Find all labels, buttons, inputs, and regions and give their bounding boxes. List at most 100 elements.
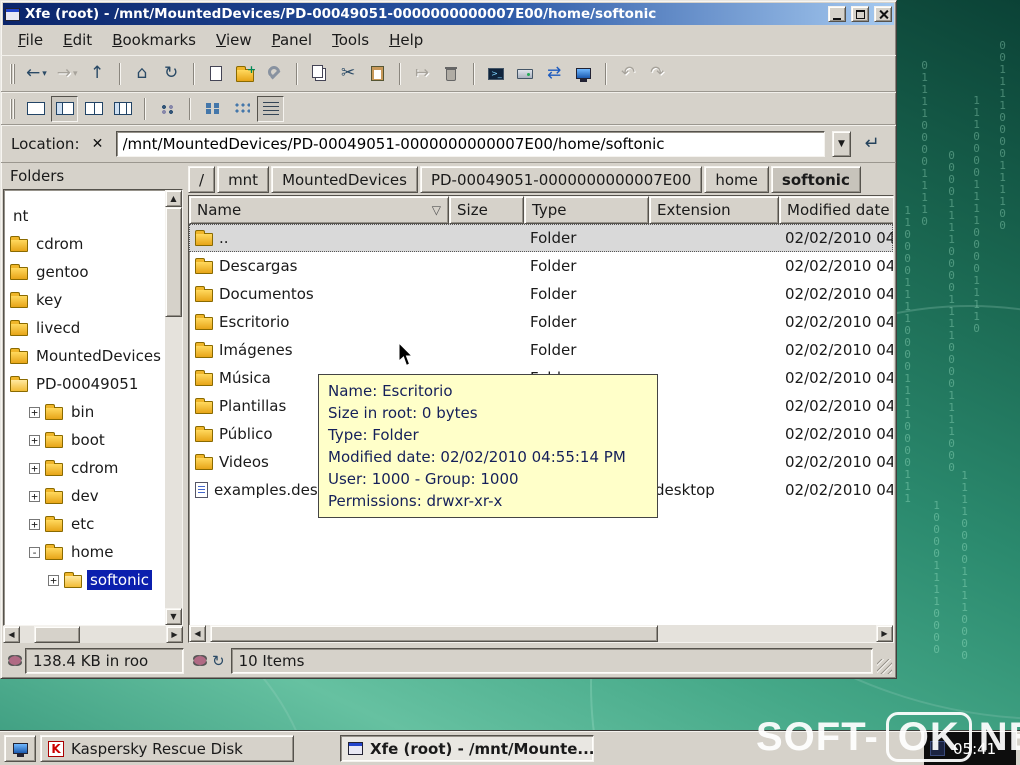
breadcrumb-mounteddevices[interactable]: MountedDevices [271, 166, 418, 193]
menu-view[interactable]: View [207, 28, 261, 52]
column-header-name[interactable]: Name ▽ [189, 196, 449, 224]
expander-icon[interactable]: + [29, 490, 40, 502]
expander-icon[interactable]: + [29, 434, 40, 446]
location-dropdown-icon[interactable]: ▼ [832, 130, 851, 157]
small-icons-view-button[interactable] [228, 96, 255, 122]
file-row[interactable]: Descargas Folder 02/02/2010 04 [189, 252, 893, 280]
home-button[interactable]: ⌂ [129, 61, 156, 87]
tree-item-nt[interactable]: nt [4, 202, 165, 230]
scroll-left-icon[interactable]: ◀ [3, 626, 20, 643]
forward-button[interactable]: → ▾ [53, 61, 82, 87]
big-icons-view-button[interactable] [199, 96, 226, 122]
column-header-type[interactable]: Type [524, 196, 649, 224]
tree-two-panels-view-button[interactable] [109, 96, 136, 122]
tree-item-dev[interactable]: + dev [4, 482, 165, 510]
folder-icon [195, 370, 213, 386]
tree-item-boot[interactable]: + boot [4, 426, 165, 454]
taskbar-task-kaspersky[interactable]: Kaspersky Rescue Disk [40, 735, 294, 762]
cut-button[interactable]: ✂ [335, 61, 362, 87]
new-file-button[interactable] [203, 61, 230, 87]
file-row[interactable]: Escritorio Folder 02/02/2010 04 [189, 308, 893, 336]
start-button[interactable] [4, 735, 36, 762]
close-button[interactable] [874, 6, 892, 22]
menu-edit[interactable]: Edit [54, 28, 101, 52]
menu-file[interactable]: File [9, 28, 52, 52]
location-input[interactable] [115, 130, 825, 157]
tree-item-livecd[interactable]: livecd [4, 314, 165, 342]
redo-button[interactable]: ↷ [644, 61, 671, 87]
file-row[interactable]: Imágenes Folder 02/02/2010 04 [189, 336, 893, 364]
detail-view-button[interactable] [257, 95, 284, 122]
list-horizontal-scrollbar[interactable]: ◀ ▶ [189, 625, 893, 642]
move-button[interactable]: ↦ [409, 61, 436, 87]
computer-button[interactable] [570, 61, 597, 87]
maximize-button[interactable] [851, 6, 869, 22]
breadcrumb-mnt[interactable]: mnt [217, 166, 270, 193]
expander-icon[interactable]: + [29, 462, 40, 474]
up-button[interactable]: ↑ [84, 61, 111, 87]
file-row[interactable]: .. Folder 02/02/2010 04 [189, 224, 893, 252]
terminal-button[interactable] [483, 61, 510, 87]
breadcrumb-home[interactable]: home [704, 166, 769, 193]
refresh-status-icon[interactable]: ↻ [212, 652, 225, 670]
expander-icon[interactable]: + [29, 518, 40, 530]
show-hidden-files-button[interactable] [154, 96, 181, 122]
tree-item-mounteddevices[interactable]: MountedDevices [4, 342, 165, 370]
new-folder-button[interactable] [232, 61, 259, 87]
tools-button[interactable] [261, 61, 288, 87]
tree-panel-view-button[interactable] [51, 95, 78, 122]
tree-vertical-scrollbar[interactable]: ▲ ▼ [165, 190, 182, 625]
tree-horizontal-scrollbar[interactable]: ◀ ▶ [3, 626, 183, 643]
scroll-left-icon[interactable]: ◀ [189, 625, 206, 642]
scrollbar-thumb[interactable] [34, 626, 80, 643]
column-header-modified-date[interactable]: Modified date [779, 196, 893, 224]
scrollbar-thumb[interactable] [210, 625, 658, 642]
tree-item-softonic[interactable]: + softonic [4, 566, 165, 594]
tree-item-gentoo[interactable]: gentoo [4, 258, 165, 286]
refresh-button[interactable]: ↻ [158, 61, 185, 87]
go-location-icon[interactable]: ↵ [858, 131, 886, 157]
tree-item-etc[interactable]: + etc [4, 510, 165, 538]
swap-panels-button[interactable]: ⇄ [541, 61, 568, 87]
column-header-size[interactable]: Size [449, 196, 524, 224]
titlebar[interactable]: Xfe (root) - /mnt/MountedDevices/PD-0004… [3, 3, 894, 25]
clear-location-icon[interactable]: ✕ [87, 133, 109, 155]
scroll-down-icon[interactable]: ▼ [165, 608, 182, 625]
expander-icon[interactable]: + [48, 574, 59, 586]
minimize-button[interactable] [828, 6, 846, 22]
delete-button[interactable] [438, 61, 465, 87]
back-button[interactable]: ← ▾ [22, 61, 51, 87]
expander-icon[interactable]: - [29, 546, 40, 558]
column-header-extension[interactable]: Extension [649, 196, 779, 224]
tree-item-cdrom[interactable]: cdrom [4, 230, 165, 258]
tree-item-pd-00049051[interactable]: PD-00049051 [4, 370, 165, 398]
breadcrumb-pd-00049051-0000000000007e00[interactable]: PD-00049051-0000000000007E00 [419, 166, 703, 193]
menu-tools[interactable]: Tools [323, 28, 378, 52]
tree-item-home[interactable]: - home [4, 538, 165, 566]
mount-button[interactable] [512, 61, 539, 87]
scroll-up-icon[interactable]: ▲ [165, 190, 182, 207]
expander-icon[interactable]: + [29, 406, 40, 418]
scroll-right-icon[interactable]: ▶ [876, 625, 893, 642]
scroll-right-icon[interactable]: ▶ [166, 626, 183, 643]
tree-item-cdrom[interactable]: + cdrom [4, 454, 165, 482]
menu-bookmarks[interactable]: Bookmarks [103, 28, 205, 52]
scrollbar-track[interactable] [20, 626, 166, 643]
undo-button[interactable]: ↶ [615, 61, 642, 87]
paste-button[interactable] [364, 61, 391, 87]
file-row[interactable]: Documentos Folder 02/02/2010 04 [189, 280, 893, 308]
scrollbar-track[interactable] [165, 207, 182, 608]
tree-item-key[interactable]: key [4, 286, 165, 314]
one-panel-view-button[interactable] [22, 96, 49, 122]
two-panels-view-button[interactable] [80, 96, 107, 122]
tree-item-bin[interactable]: + bin [4, 398, 165, 426]
scrollbar-thumb[interactable] [165, 207, 182, 317]
breadcrumb-root[interactable]: / [188, 166, 216, 193]
copy-button[interactable] [306, 61, 333, 87]
menu-help[interactable]: Help [380, 28, 432, 52]
taskbar-task-xfe[interactable]: Xfe (root) - /mnt/Mounte... [340, 735, 594, 762]
menu-panel[interactable]: Panel [263, 28, 321, 52]
scrollbar-track[interactable] [206, 625, 876, 642]
breadcrumb-softonic[interactable]: softonic [770, 166, 861, 193]
resize-grip[interactable] [877, 658, 892, 674]
